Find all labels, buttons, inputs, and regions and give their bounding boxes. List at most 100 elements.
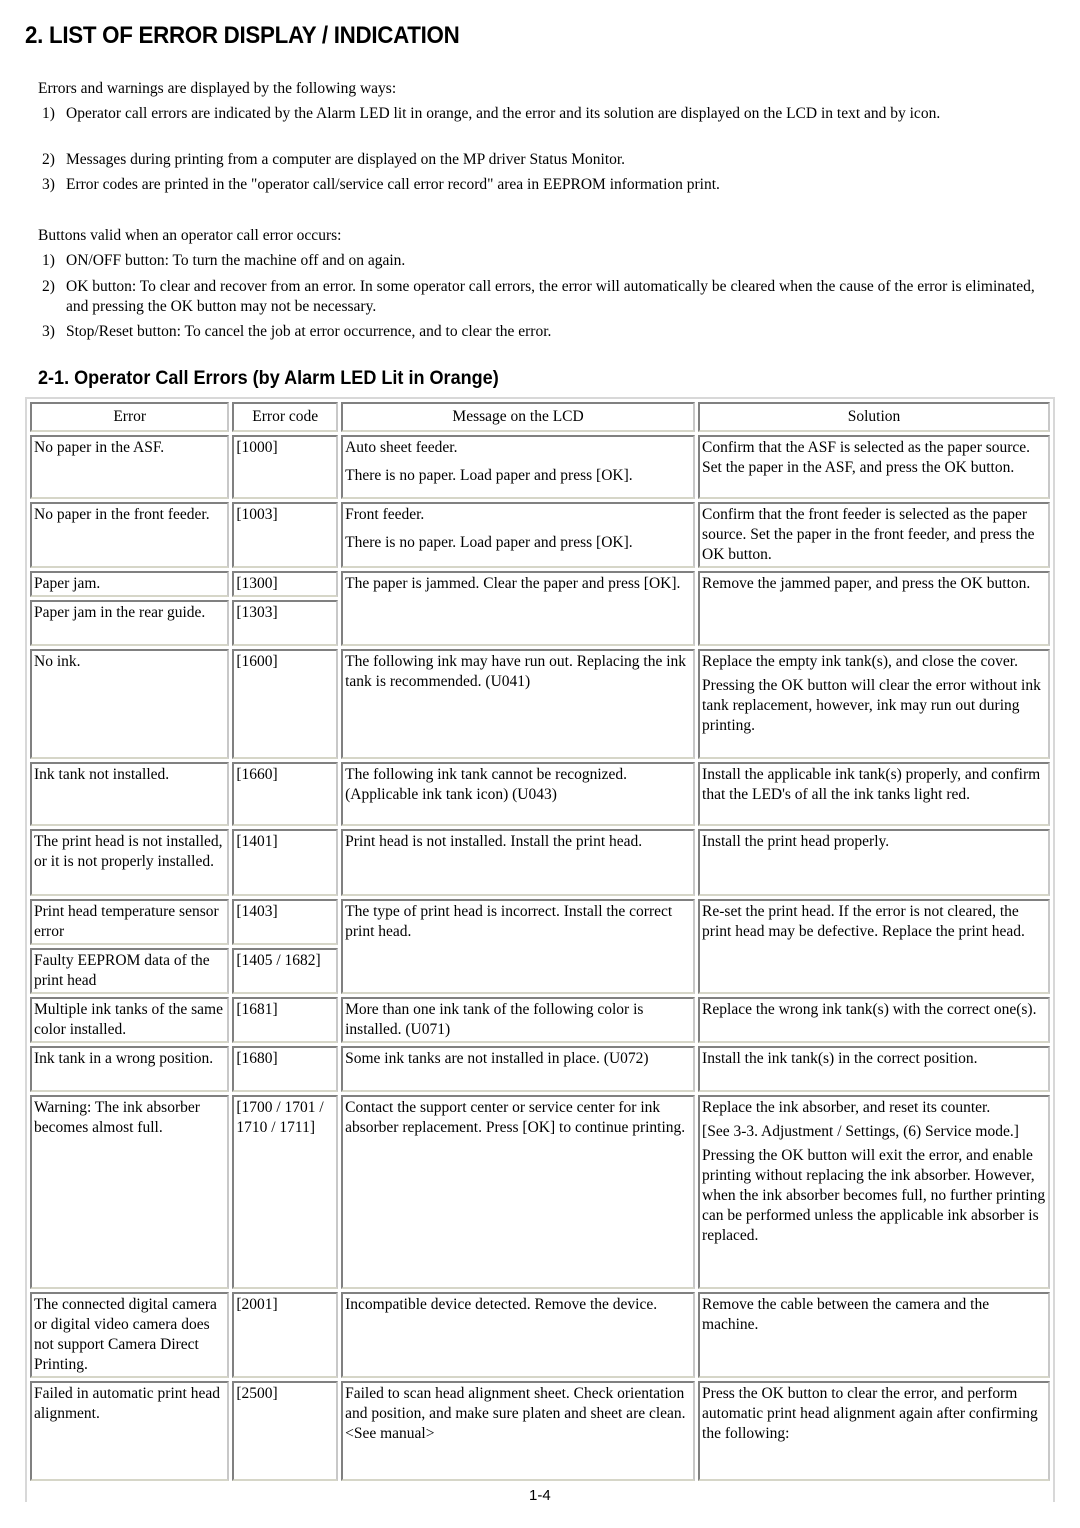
table-row: Print head temperature sensor error [140… (30, 899, 1050, 994)
item-number: 1) (42, 105, 55, 122)
item-text: Messages during printing from a computer… (66, 151, 626, 168)
code-cell: [1405 / 1682] (232, 948, 339, 994)
table-row: Multiple ink tanks of the same color ins… (30, 997, 1050, 1043)
table-row: Warning: The ink absorber becomes almost… (30, 1095, 1050, 1289)
message-line: The following ink tank cannot be recogni… (345, 766, 628, 803)
display-way-item: 1) Operator call errors are indicated by … (12, 104, 1052, 124)
message-line: Some ink tanks are not installed in plac… (345, 1050, 649, 1067)
table-row: No paper in the front feeder. [1003] Fro… (30, 502, 1050, 568)
item-number: 3) (42, 176, 55, 193)
error-cell: Ink tank in a wrong position. (30, 1046, 230, 1092)
solution-line: Remove the jammed paper, and press the O… (702, 575, 1031, 592)
solution-line: Re-set the print head. If the error is n… (702, 903, 1025, 940)
solution-cell: Install the print head properly. (698, 829, 1050, 896)
solution-line: [See 3-3. Adjustment / Settings, (6) Ser… (702, 1123, 1019, 1140)
code-cell: [1700 / 1701 / 1710 / 1711] (232, 1095, 339, 1289)
message-cell: The type of print head is incorrect. Ins… (341, 899, 696, 994)
message-cell: The following ink tank cannot be recogni… (341, 762, 696, 826)
table-row: Ink tank in a wrong position. [1680] Som… (30, 1046, 1050, 1092)
item-text: ON/OFF button: To turn the machine off a… (66, 252, 406, 269)
code-cell: [1680] (232, 1046, 339, 1092)
message-cell: Incompatible device detected. Remove the… (341, 1292, 696, 1378)
solution-line: Confirm that the front feeder is selecte… (702, 506, 1035, 563)
solution-cell: Re-set the print head. If the error is n… (698, 899, 1050, 994)
solution-line: Remove the cable between the camera and … (702, 1296, 990, 1333)
item-number: 2) (42, 278, 55, 295)
error-cell: No paper in the front feeder. (30, 502, 230, 568)
button-item: 2) OK button: To clear and recover from a… (12, 277, 1052, 317)
message-line: The following ink may have run out. Repl… (345, 653, 687, 690)
item-number: 1) (42, 252, 55, 269)
error-cell: Failed in automatic print head alignment… (30, 1381, 230, 1481)
solution-line: Replace the ink absorber, and reset its … (702, 1099, 991, 1116)
message-line: There is no paper. Load paper and press … (345, 534, 633, 551)
message-line: Incompatible device detected. Remove the… (345, 1296, 658, 1313)
error-cell: Warning: The ink absorber becomes almost… (30, 1095, 230, 1289)
solution-line: Confirm that the ASF is selected as the … (702, 439, 1031, 476)
message-cell: The paper is jammed. Clear the paper and… (341, 571, 696, 646)
item-number: 3) (42, 323, 55, 340)
code-cell: [1403] (232, 899, 339, 945)
code-cell: [1681] (232, 997, 339, 1043)
message-line: Failed to scan head alignment sheet. Che… (345, 1385, 686, 1442)
error-cell: Faulty EEPROM data of the print head (30, 948, 230, 994)
code-cell: [1600] (232, 649, 339, 759)
error-table: Error Error code Message on the LCD Solu… (27, 399, 1053, 1484)
table-row: The connected digital camera or digital … (30, 1292, 1050, 1378)
error-table-frame: Error Error code Message on the LCD Solu… (25, 397, 1055, 1502)
error-cell: Paper jam. (30, 571, 230, 597)
error-cell: Ink tank not installed. (30, 762, 230, 826)
code-cell: [1003] (232, 502, 339, 568)
header-solution: Solution (698, 402, 1050, 432)
solution-line: Install the print head properly. (702, 833, 890, 850)
error-cell: The connected digital camera or digital … (30, 1292, 230, 1378)
message-cell: Contact the support center or service ce… (341, 1095, 696, 1289)
code-cell: [1303] (232, 600, 339, 646)
error-cell: Paper jam in the rear guide. (30, 600, 230, 646)
error-cell: No paper in the ASF. (30, 435, 230, 499)
solution-line: Press the OK button to clear the error, … (702, 1385, 1038, 1442)
table-row: The print head is not installed, or it i… (30, 829, 1050, 896)
page-title: 2. LIST OF ERROR DISPLAY / INDICATION (25, 22, 460, 49)
solution-line: Install the ink tank(s) in the correct p… (702, 1050, 978, 1067)
message-cell: Some ink tanks are not installed in plac… (341, 1046, 696, 1092)
solution-line: Install the applicable ink tank(s) prope… (702, 766, 1041, 803)
solution-cell: Confirm that the ASF is selected as the … (698, 435, 1050, 499)
solution-line: Replace the wrong ink tank(s) with the c… (702, 1001, 1037, 1018)
page-number: 1-4 (527, 1487, 553, 1504)
item-number: 2) (42, 151, 55, 168)
message-line: Auto sheet feeder. (345, 439, 458, 456)
message-line: Contact the support center or service ce… (345, 1099, 686, 1136)
code-cell: [1000] (232, 435, 339, 499)
code-cell: [1401] (232, 829, 339, 896)
header-error-code: Error code (232, 402, 339, 432)
section-title: 2-1. Operator Call Errors (by Alarm LED … (38, 368, 499, 389)
display-way-item: 2) Messages during printing from a comput… (12, 150, 1052, 170)
item-text: Operator call errors are indicated by th… (66, 105, 941, 122)
message-cell: Auto sheet feeder. There is no paper. Loa… (341, 435, 696, 499)
error-cell: Print head temperature sensor error (30, 899, 230, 945)
display-way-item: 3) Error codes are printed in the "operat… (12, 175, 1052, 195)
table-row: Paper jam. [1300] The paper is jammed. C… (30, 571, 1050, 646)
error-cell: No ink. (30, 649, 230, 759)
message-line: Front feeder. (345, 506, 425, 523)
item-text: Error codes are printed in the "operator… (66, 176, 720, 193)
message-cell: More than one ink tank of the following … (341, 997, 696, 1043)
button-item: 1) ON/OFF button: To turn the machine off… (12, 251, 1052, 271)
error-cell: The print head is not installed, or it i… (30, 829, 230, 896)
message-line: The paper is jammed. Clear the paper and… (345, 575, 681, 592)
button-item: 3) Stop/Reset button: To cancel the job a… (12, 322, 1052, 342)
solution-cell: Press the OK button to clear the error, … (698, 1381, 1050, 1481)
solution-cell: Install the ink tank(s) in the correct p… (698, 1046, 1050, 1092)
message-line: The type of print head is incorrect. Ins… (345, 903, 673, 940)
intro-text: Errors and warnings are displayed by the… (38, 80, 397, 97)
error-cell: Multiple ink tanks of the same color ins… (30, 997, 230, 1043)
item-text: OK button: To clear and recover from an … (66, 278, 1035, 315)
message-line: More than one ink tank of the following … (345, 1001, 644, 1038)
solution-line: Pressing the OK button will exit the err… (702, 1147, 1046, 1244)
solution-cell: Remove the cable between the camera and … (698, 1292, 1050, 1378)
solution-cell: Remove the jammed paper, and press the O… (698, 571, 1050, 646)
code-cell: [2500] (232, 1381, 339, 1481)
table-row: No ink. [1600] The following ink may hav… (30, 649, 1050, 759)
table-row: Failed in automatic print head alignment… (30, 1381, 1050, 1481)
